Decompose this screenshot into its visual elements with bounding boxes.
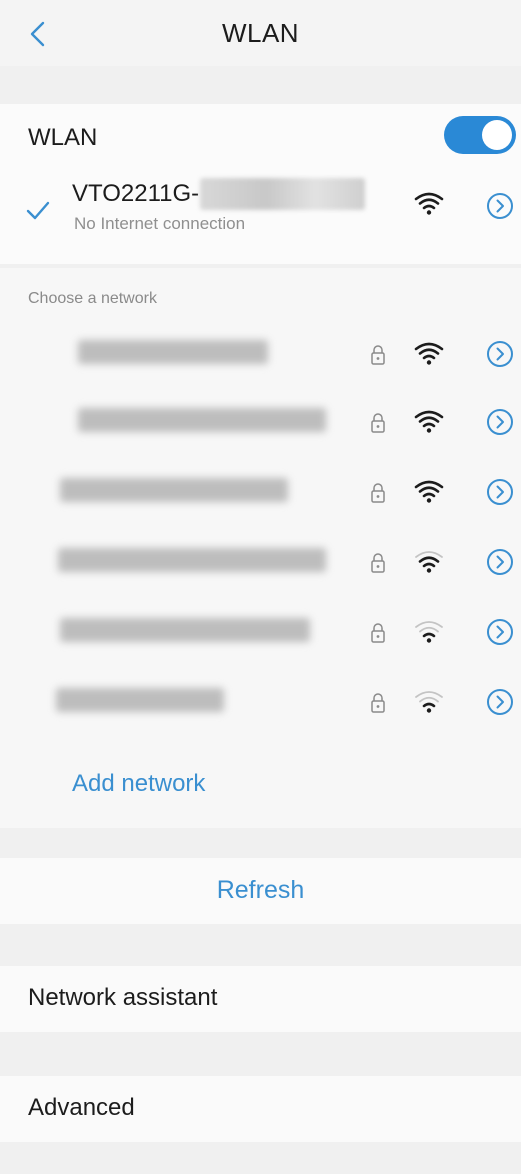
chevron-right-circle-icon[interactable] (486, 478, 514, 506)
chevron-right-circle-icon[interactable] (486, 340, 514, 368)
network-row[interactable] (0, 602, 521, 672)
network-row[interactable] (0, 672, 521, 742)
network-row[interactable] (0, 324, 521, 394)
lock-icon (371, 553, 385, 573)
network-name-redaction (60, 478, 288, 502)
network-row[interactable] (0, 462, 521, 532)
wlan-toggle-label: WLAN (28, 124, 98, 151)
lock-icon (371, 345, 385, 365)
network-name-redaction (78, 408, 326, 432)
network-name-redaction (78, 340, 268, 364)
wifi-icon (414, 410, 444, 433)
network-name-redaction (58, 548, 326, 572)
chevron-right-circle-icon[interactable] (486, 192, 514, 220)
wlan-settings-screen: WLAN WLAN VTO2211G- No Internet connecti… (0, 0, 521, 1174)
network-name-redaction (56, 688, 224, 712)
wifi-icon (414, 192, 444, 215)
wifi-icon (415, 691, 443, 713)
lock-icon (371, 623, 385, 643)
menu-advanced[interactable]: Advanced (28, 1094, 135, 1122)
menu-network-assistant[interactable]: Network assistant (28, 984, 217, 1012)
wifi-icon (415, 621, 443, 643)
chevron-right-circle-icon[interactable] (486, 688, 514, 716)
chevron-right-circle-icon[interactable] (486, 618, 514, 646)
check-icon (26, 201, 50, 220)
refresh-button[interactable]: Refresh (0, 876, 521, 905)
connection-status: No Internet connection (74, 214, 246, 233)
chevron-right-circle-icon[interactable] (486, 548, 514, 576)
wlan-toggle[interactable] (444, 116, 516, 154)
ssid-redaction (200, 178, 365, 210)
network-row[interactable] (0, 392, 521, 462)
toggle-knob (482, 120, 512, 150)
wifi-icon (415, 551, 443, 573)
connected-ssid: VTO2211G- (72, 180, 200, 207)
wifi-icon (414, 480, 444, 503)
lock-icon (371, 693, 385, 713)
lock-icon (371, 483, 385, 503)
wifi-icon (414, 342, 444, 365)
section-label: Choose a network (28, 290, 157, 307)
page-title: WLAN (221, 18, 300, 48)
chevron-right-circle-icon[interactable] (486, 408, 514, 436)
header: WLAN (0, 0, 521, 66)
network-row[interactable] (0, 532, 521, 602)
lock-icon (371, 413, 385, 433)
network-name-redaction (60, 618, 310, 642)
add-network-link[interactable]: Add network (72, 770, 205, 798)
